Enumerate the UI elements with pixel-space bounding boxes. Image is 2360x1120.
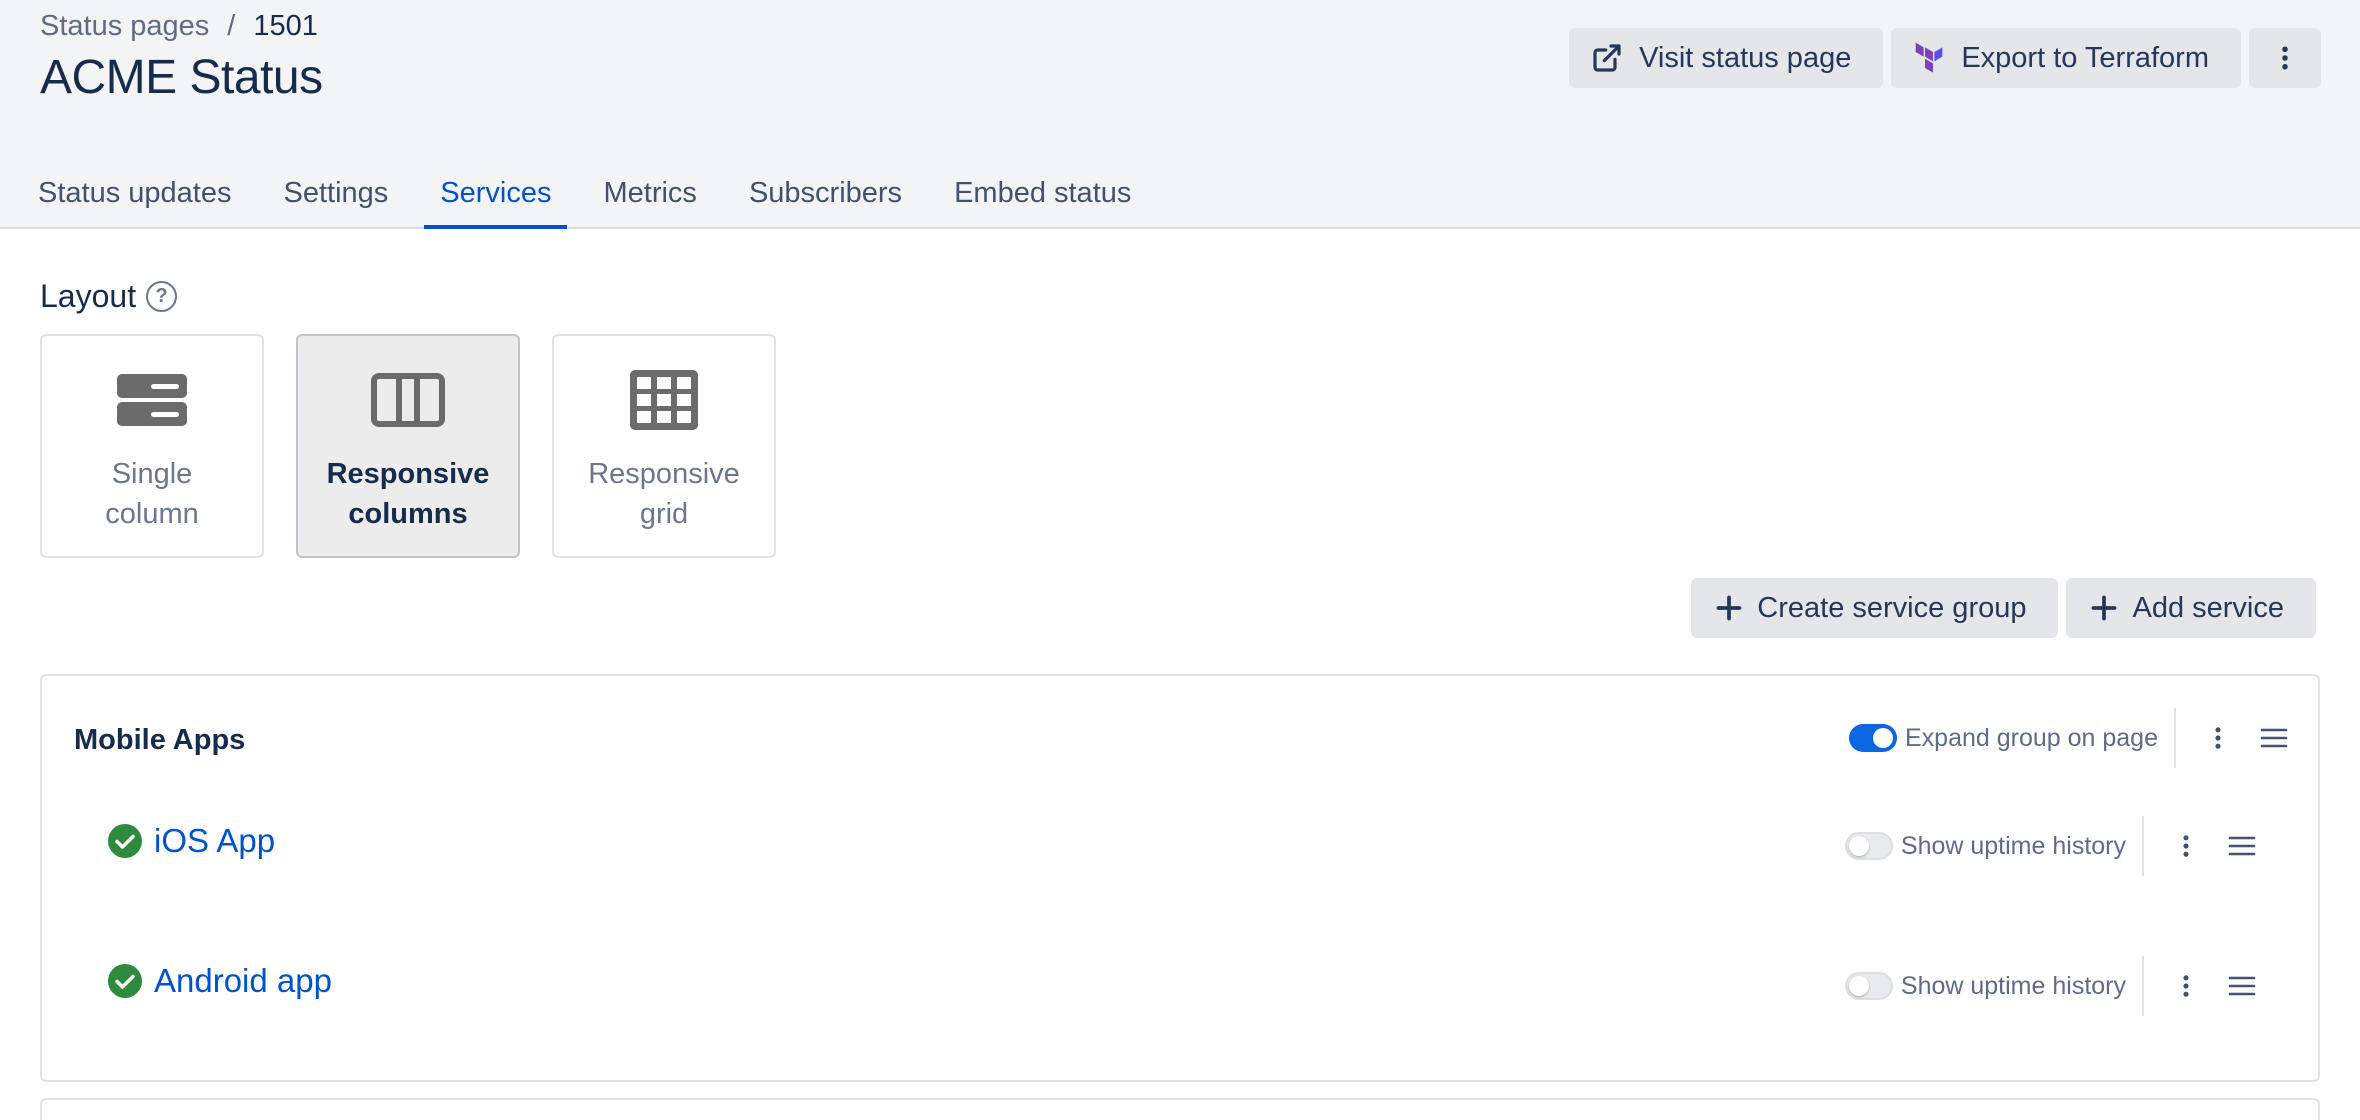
status-operational-icon [108,824,142,858]
tab-settings[interactable]: Settings [267,168,404,229]
visit-status-page-label: Visit status page [1639,41,1852,74]
columns-icon [371,373,445,427]
create-service-group-button[interactable]: Create service group [1691,578,2059,638]
service-actions: Create service group Add service [1691,578,2316,638]
breadcrumb-status-pages[interactable]: Status pages [40,10,209,43]
uptime-history-toggle[interactable] [1844,972,1893,1000]
add-service-label: Add service [2132,591,2284,624]
more-vertical-icon [2183,975,2189,997]
page-header: Status pages / 1501 ACME Status Visit st… [0,0,2360,229]
plus-icon [1716,595,1742,621]
service-name-link[interactable]: Android app [154,962,332,1000]
tab-metrics[interactable]: Metrics [587,168,712,229]
divider [2174,708,2176,768]
expand-group-label: Expand group on page [1905,723,2158,752]
breadcrumb-separator: / [227,10,236,42]
next-service-group-card [40,1098,2320,1120]
service-controls: Show uptime history [1844,956,2256,1016]
layout-option-responsive-columns[interactable]: Responsive columns [296,334,520,558]
header-actions: Visit status page Export to Terraform [1569,28,2321,88]
uptime-history-toggle[interactable] [1844,832,1893,860]
more-vertical-icon [2282,46,2288,70]
drag-handle-icon [2228,836,2256,856]
service-name-link[interactable]: iOS App [154,822,275,860]
help-icon[interactable]: ? [146,281,178,312]
service-group-card: Mobile Apps Expand group on page iOS App… [40,674,2320,1082]
tab-embed-status[interactable]: Embed status [938,168,1147,229]
single-column-icon [117,374,187,426]
service-drag-handle[interactable] [2228,972,2256,1000]
more-vertical-icon [2215,727,2221,749]
group-controls: Expand group on page [1849,708,2288,768]
uptime-history-label: Show uptime history [1900,831,2126,860]
breadcrumb-current: 1501 [253,10,318,42]
expand-group-toggle[interactable] [1849,724,1897,752]
service-drag-handle[interactable] [2228,832,2256,860]
external-link-icon [1593,44,1621,72]
layout-heading: Layout ? [40,278,178,315]
layout-option-responsive-grid[interactable]: Responsive grid [552,334,776,558]
layout-option-single-column[interactable]: Single column [40,334,264,558]
more-actions-button[interactable] [2249,28,2321,88]
service-more-button[interactable] [2172,972,2200,1000]
breadcrumb: Status pages / 1501 [40,10,318,43]
tab-services[interactable]: Services [424,168,568,229]
grid-icon [630,370,698,430]
group-drag-handle[interactable] [2260,724,2288,752]
visit-status-page-button[interactable]: Visit status page [1569,28,1884,88]
export-terraform-label: Export to Terraform [1961,41,2209,74]
page-title: ACME Status [40,51,323,104]
service-more-button[interactable] [2172,832,2200,860]
plus-icon [2092,595,2117,621]
add-service-button[interactable]: Add service [2066,578,2316,638]
tab-bar: Status updates Settings Services Metrics… [22,168,1167,229]
tab-status-updates[interactable]: Status updates [22,168,247,229]
service-row-ios: iOS App [108,822,275,860]
drag-handle-icon [2228,976,2256,996]
drag-handle-icon [2260,728,2288,748]
layout-option-label: Responsive grid [588,458,740,530]
divider [2142,956,2144,1016]
group-more-button[interactable] [2204,724,2232,752]
tab-subscribers[interactable]: Subscribers [733,168,918,229]
status-operational-icon [108,964,142,998]
layout-label: Layout [40,278,137,314]
terraform-icon [1915,42,1943,73]
export-terraform-button[interactable]: Export to Terraform [1891,28,2241,88]
more-vertical-icon [2183,835,2189,857]
layout-option-label: Single column [105,458,199,530]
create-service-group-label: Create service group [1757,591,2027,624]
service-controls: Show uptime history [1844,816,2256,876]
group-title: Mobile Apps [74,724,246,756]
service-row-android: Android app [108,962,332,1000]
layout-option-label: Responsive columns [326,458,490,530]
uptime-history-label: Show uptime history [1900,971,2126,1000]
divider [2142,816,2144,876]
